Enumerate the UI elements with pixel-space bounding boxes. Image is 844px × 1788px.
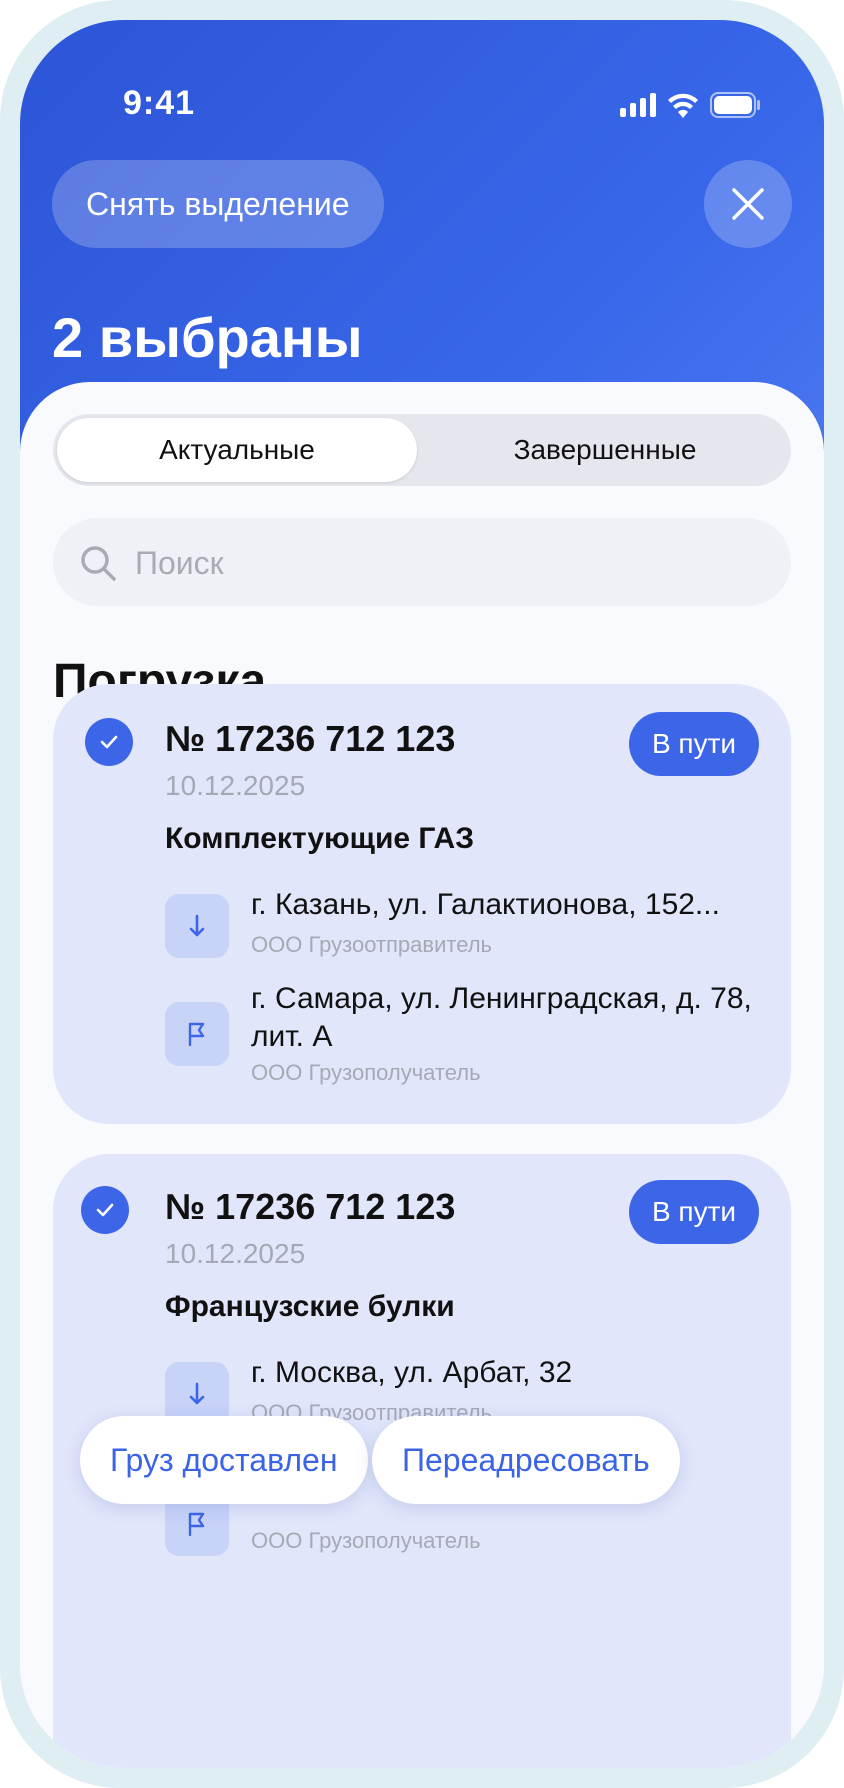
flag-icon (188, 1022, 205, 1047)
route-to-company: ООО Грузополучатель (251, 1060, 481, 1085)
route-from-company: ООО Грузоотправитель (251, 932, 493, 957)
search-icon (81, 546, 116, 581)
route-to-address: г. Самара, ул. Ленинградская, д. 78, лит… (251, 982, 752, 1053)
tab-current[interactable]: Актуальные (57, 418, 417, 482)
arrow-down-icon (189, 1382, 205, 1405)
cargo-name: Французские булки (165, 1290, 455, 1323)
segmented-control: Завершенные Актуальные (53, 414, 791, 486)
signal-icon (620, 93, 656, 117)
close-icon (732, 188, 764, 220)
arrow-down-icon (189, 914, 205, 937)
status-icons (620, 92, 762, 118)
order-number: № 17236 712 123 (165, 1186, 456, 1227)
route-from-icon-box (165, 894, 229, 958)
close-button[interactable] (704, 160, 792, 248)
order-number: № 17236 712 123 (165, 718, 456, 759)
content-sheet: Завершенные Актуальные Погрузка № 1723 (20, 382, 824, 1768)
order-date: 10.12.2025 (165, 770, 306, 801)
redirect-button[interactable]: Переадресовать (372, 1416, 680, 1504)
selected-checkbox[interactable] (85, 718, 133, 766)
route-to-icon-box (165, 1002, 229, 1066)
check-icon (96, 1203, 114, 1217)
page-title: 2 выбраны (52, 306, 363, 369)
cargo-name: Комплектующие ГАЗ (165, 822, 475, 855)
search-input[interactable] (133, 518, 757, 608)
status-bar: 9:41 (20, 82, 824, 130)
battery-icon (710, 92, 760, 118)
cargo-delivered-button[interactable]: Груз доставлен (80, 1416, 368, 1504)
deselect-button[interactable]: Снять выделение (52, 160, 384, 248)
status-badge: В пути (629, 1180, 759, 1244)
flag-icon (188, 1512, 205, 1537)
screen: 9:41 Снять выделение 2 выбраны Завершенн… (20, 20, 824, 1768)
selected-checkbox[interactable] (81, 1186, 129, 1234)
route-from-address: г. Казань, ул. Галактионова, 152... (251, 888, 720, 921)
wifi-icon (668, 93, 698, 118)
status-badge: В пути (629, 712, 759, 776)
order-card[interactable]: № 17236 712 123 В пути 10.12.2025 Компле… (53, 684, 791, 1124)
route-to-company: ООО Грузополучатель (251, 1528, 481, 1553)
search-bar (53, 518, 791, 608)
status-time: 9:41 (123, 84, 196, 122)
device-frame: 9:41 Снять выделение 2 выбраны Завершенн… (0, 0, 844, 1788)
route-from-address: г. Москва, ул. Арбат, 32 (251, 1356, 573, 1389)
check-icon (100, 735, 118, 749)
tab-completed[interactable]: Завершенные (419, 414, 791, 486)
order-date: 10.12.2025 (165, 1238, 306, 1269)
